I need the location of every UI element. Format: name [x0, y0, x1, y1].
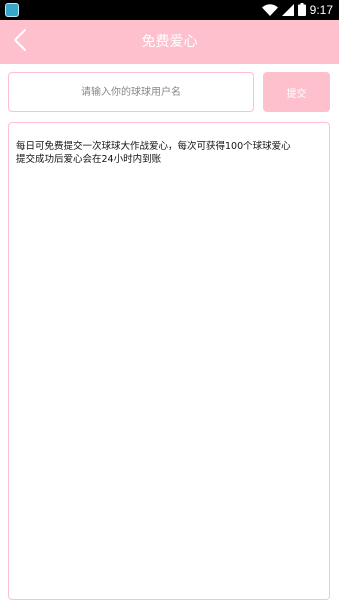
battery-icon	[297, 1, 306, 20]
fade-overlay	[269, 581, 329, 599]
status-icons: 9:17	[261, 0, 333, 20]
status-time: 9:17	[309, 3, 333, 17]
info-text: 每日可免费提交一次球球大作战爱心，每次可获得100个球球爱心 提交成功后爱心会在…	[16, 141, 291, 165]
submit-button[interactable]: 提交	[263, 72, 330, 112]
title-bar: 免费爱心	[0, 20, 339, 64]
status-bar: 9:17	[0, 0, 339, 20]
info-text-area: 每日可免费提交一次球球大作战爱心，每次可获得100个球球爱心 提交成功后爱心会在…	[8, 122, 330, 600]
page-title: 免费爱心	[141, 34, 198, 50]
username-input[interactable]	[8, 72, 254, 112]
app-notification-icon	[5, 3, 19, 17]
signal-icon	[281, 1, 294, 20]
wifi-icon	[261, 1, 278, 20]
